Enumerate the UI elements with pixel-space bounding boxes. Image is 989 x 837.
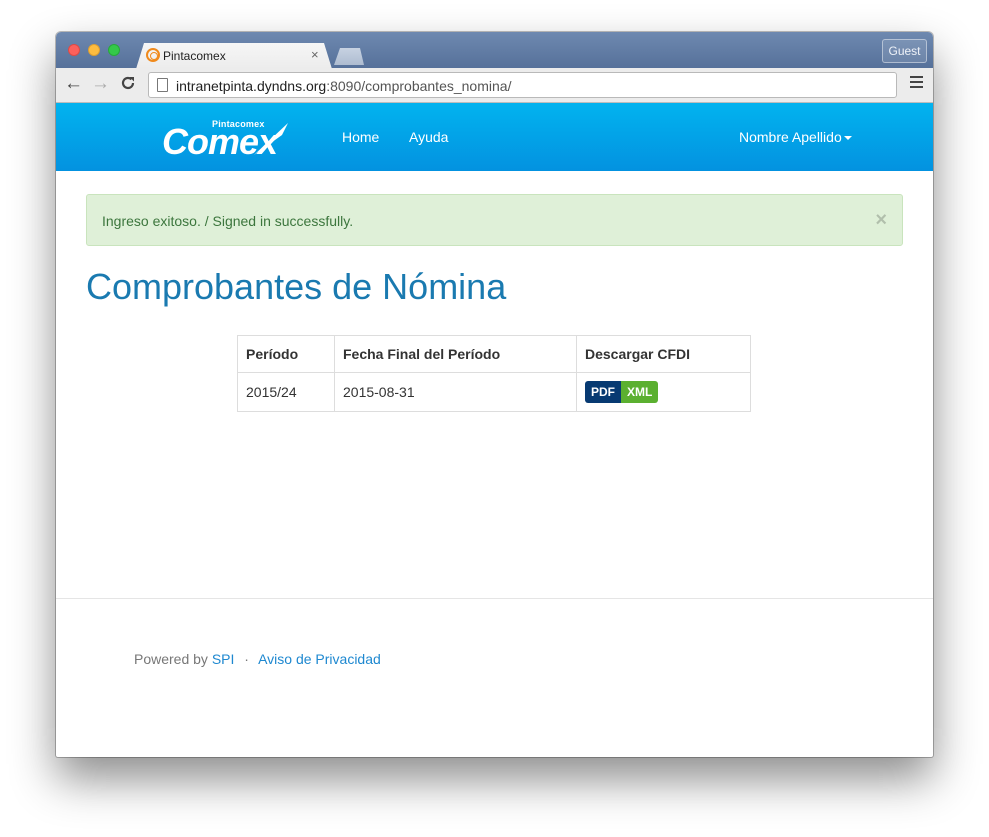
table-header-row: Período Fecha Final del Período Descarga… [237,335,751,373]
nav-home-link[interactable]: Home [342,129,379,145]
cell-descargar: PDF XML [576,372,751,412]
guest-profile-button[interactable]: Guest [882,39,927,63]
caret-down-icon [843,136,852,141]
favicon-icon [146,48,160,62]
address-bar[interactable]: intranetpinta.dyndns.org:8090/comprobant… [148,72,897,98]
close-window-button[interactable] [68,44,80,56]
header-periodo: Período [237,335,335,373]
comex-logo[interactable]: Pintacomex Comex [160,117,290,161]
alert-message: Ingreso exitoso. / Signed in successfull… [102,213,354,229]
page-title: Comprobantes de Nómina [86,266,507,307]
user-menu-dropdown[interactable]: Nombre Apellido [739,129,852,145]
logo-swoosh-icon [254,123,288,155]
tab-close-icon[interactable]: × [311,47,319,62]
download-pdf-button[interactable]: PDF [585,381,621,403]
download-button-group: PDF XML [585,381,659,403]
download-xml-button[interactable]: XML [621,381,659,403]
url-text: intranetpinta.dyndns.org:8090/comprobant… [176,78,512,94]
payroll-table: Período Fecha Final del Período Descarga… [237,335,751,412]
page-icon [157,78,168,92]
spi-link[interactable]: SPI [212,651,235,667]
footer-divider [56,598,933,599]
tab-title: Pintacomex [163,49,226,63]
cell-periodo: 2015/24 [237,372,335,412]
cell-fecha: 2015-08-31 [334,372,577,412]
forward-arrow-icon[interactable]: → [91,74,110,94]
footer-separator: · [244,651,249,667]
success-alert: Ingreso exitoso. / Signed in successfull… [86,194,903,246]
zoom-window-button[interactable] [108,44,120,56]
nav-ayuda-link[interactable]: Ayuda [409,129,448,145]
powered-by-text: Powered by [134,651,208,667]
header-descargar: Descargar CFDI [576,335,751,373]
header-fecha-final: Fecha Final del Período [334,335,577,373]
reload-icon[interactable] [119,74,137,96]
privacy-link[interactable]: Aviso de Privacidad [258,651,381,667]
browser-window: Pintacomex × Guest ← → intranetpinta.dyn… [56,32,933,757]
user-name: Nombre Apellido [739,129,842,145]
back-arrow-icon[interactable]: ← [64,74,83,94]
browser-toolbar: ← → intranetpinta.dyndns.org:8090/compro… [56,68,933,103]
tab-strip: Pintacomex × Guest [56,32,933,68]
site-navbar: Pintacomex Comex Home Ayuda Nombre Apell… [56,103,933,171]
hamburger-menu-icon[interactable] [910,76,923,89]
table-row: 2015/24 2015-08-31 PDF XML [237,372,751,412]
new-tab-button[interactable] [334,48,364,65]
minimize-window-button[interactable] [88,44,100,56]
footer: Powered by SPI · Aviso de Privacidad [134,651,381,667]
close-icon[interactable]: × [875,210,887,230]
